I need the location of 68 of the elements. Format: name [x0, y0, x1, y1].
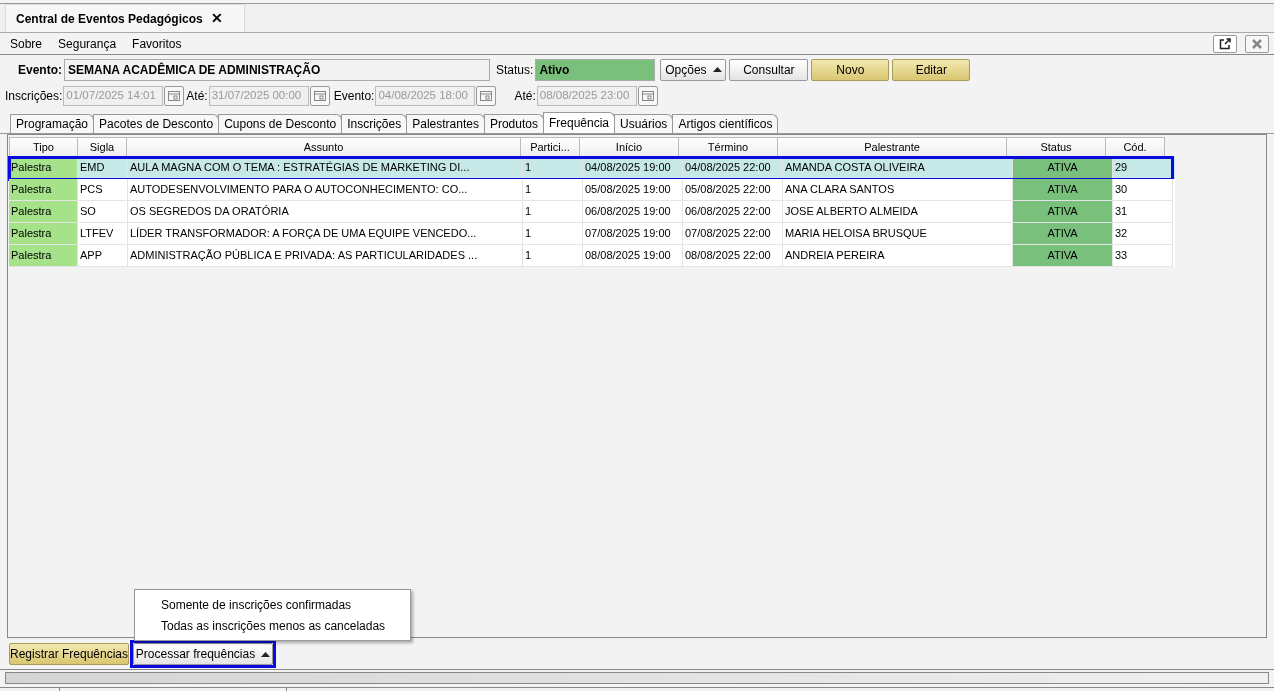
column-header[interactable]: Palestrante [777, 137, 1007, 157]
table-cell: ATIVA [1013, 245, 1113, 267]
table-cell: 08/08/2025 19:00 [583, 245, 683, 267]
field-label: Evento: [333, 88, 375, 105]
tab[interactable]: Frequência [542, 112, 615, 133]
table-cell: 1 [523, 245, 583, 267]
tab[interactable]: Pacotes de Desconto [93, 114, 220, 133]
field-label: Até: [186, 88, 208, 105]
close-icon[interactable] [1245, 34, 1269, 53]
table-cell: Palestra [9, 223, 78, 245]
tab[interactable]: Cupons de Desconto [218, 114, 343, 133]
table-cell: Palestra [9, 179, 78, 201]
tab[interactable]: Usuários [614, 114, 674, 133]
button[interactable]: Registrar Frequências [9, 643, 129, 665]
tab[interactable]: Palestrantes [406, 114, 485, 133]
field-label: Evento: [18, 61, 62, 79]
tab[interactable]: Produtos [483, 114, 544, 133]
caret-icon [712, 67, 722, 72]
tab[interactable]: Programação [10, 114, 95, 133]
field-label: Status: [496, 61, 534, 79]
button[interactable]: Opções [660, 58, 727, 81]
button[interactable]: Editar [892, 58, 971, 81]
popout-icon[interactable] [1213, 34, 1237, 53]
table-cell: ATIVA [1013, 179, 1113, 201]
table-cell: ATIVA [1013, 223, 1113, 245]
status-field[interactable]: Ativo [535, 58, 656, 81]
table-cell: 08/08/2025 22:00 [683, 245, 783, 267]
menu-item[interactable]: Favoritos [132, 34, 182, 53]
table-cell: ADMINISTRAÇÃO PÚBLICA E PRIVADA: AS PARTICULARIDADES ... [128, 245, 523, 267]
table-row[interactable]: Palestra LTFEV LÍDER TRANSFORMADOR: A FORÇA DE UMA EQUIPE VENCEDO... 1 07/08/2025 19:00 07/08/2025 22:00 MARIA HELOISA BRUSQUE ATIVA 32 [9, 223, 1175, 245]
menu-item[interactable]: Somente de inscrições confirmadas [135, 594, 410, 615]
caret-icon [261, 651, 271, 657]
column-header[interactable]: Início [579, 137, 679, 157]
table-cell: ANDREIA PEREIRA [783, 245, 1013, 267]
table-row[interactable]: Palestra SO OS SEGREDOS DA ORATÓRIA 1 06/08/2025 19:00 06/08/2025 22:00 JOSE ALBERTO ALMEIDA ATIVA 31 [9, 201, 1175, 223]
table-cell: ATIVA [1013, 201, 1113, 223]
column-header[interactable]: Tipo [9, 137, 78, 157]
column-header[interactable]: Status [1006, 137, 1106, 157]
tab[interactable]: Inscrições [341, 114, 408, 133]
menu-item[interactable]: Todas as inscrições menos as canceladas [135, 615, 410, 636]
field-label: Inscrições: [5, 88, 63, 105]
button[interactable]: Processar frequências [133, 643, 273, 665]
table-cell: Palestra [9, 201, 78, 223]
calendar-icon[interactable] [476, 86, 497, 106]
event-name-field[interactable]: SEMANA ACADÊMICA DE ADMINISTRAÇÃO [64, 58, 490, 81]
calendar-icon[interactable] [637, 86, 658, 106]
tab-title: Central de Eventos Pedagógicos [16, 10, 203, 28]
column-header[interactable]: Sigla [77, 137, 127, 157]
column-header[interactable]: Término [678, 137, 778, 157]
menu-item[interactable]: Sobre [10, 34, 43, 53]
calendar-icon[interactable] [164, 86, 185, 106]
close-icon[interactable]: ✕ [210, 8, 223, 29]
column-header[interactable]: Assunto [126, 137, 521, 157]
calendar-icon[interactable] [309, 86, 330, 106]
table-cell: APP [78, 245, 128, 267]
table-cell: 33 [1113, 245, 1173, 267]
field-label: Até: [514, 88, 536, 105]
table-row[interactable]: Palestra PCS AUTODESENVOLVIMENTO PARA O AUTOCONHECIMENTO: CO... 1 05/08/2025 19:00 05/08/2025 22:00 ANA CLARA SANTOS ATIVA 30 [9, 179, 1175, 201]
column-header[interactable]: Partici... [520, 137, 580, 157]
table-row[interactable]: Palestra EMD AULA MAGNA COM O TEMA : ESTRATÉGIAS DE MARKETING DI... 1 04/08/2025 19:00 04/08/2025 22:00 AMANDA COSTA OLIVEIRA ATIVA 29 [9, 157, 1175, 179]
menu-item[interactable]: Segurança [58, 34, 117, 53]
button[interactable]: Consultar [729, 58, 809, 81]
table-cell: Palestra [9, 245, 78, 267]
column-header[interactable]: Cód. [1105, 137, 1165, 157]
button[interactable]: Novo [811, 58, 890, 81]
tab[interactable]: Artigos científicos [672, 114, 779, 133]
table-cell: ATIVA [1013, 157, 1113, 179]
table-row[interactable]: Palestra APP ADMINISTRAÇÃO PÚBLICA E PRIVADA: AS PARTICULARIDADES ... 1 08/08/2025 19:00 08/08/2025 22:00 ANDREIA PEREIRA ATIVA 33 [9, 245, 1175, 267]
